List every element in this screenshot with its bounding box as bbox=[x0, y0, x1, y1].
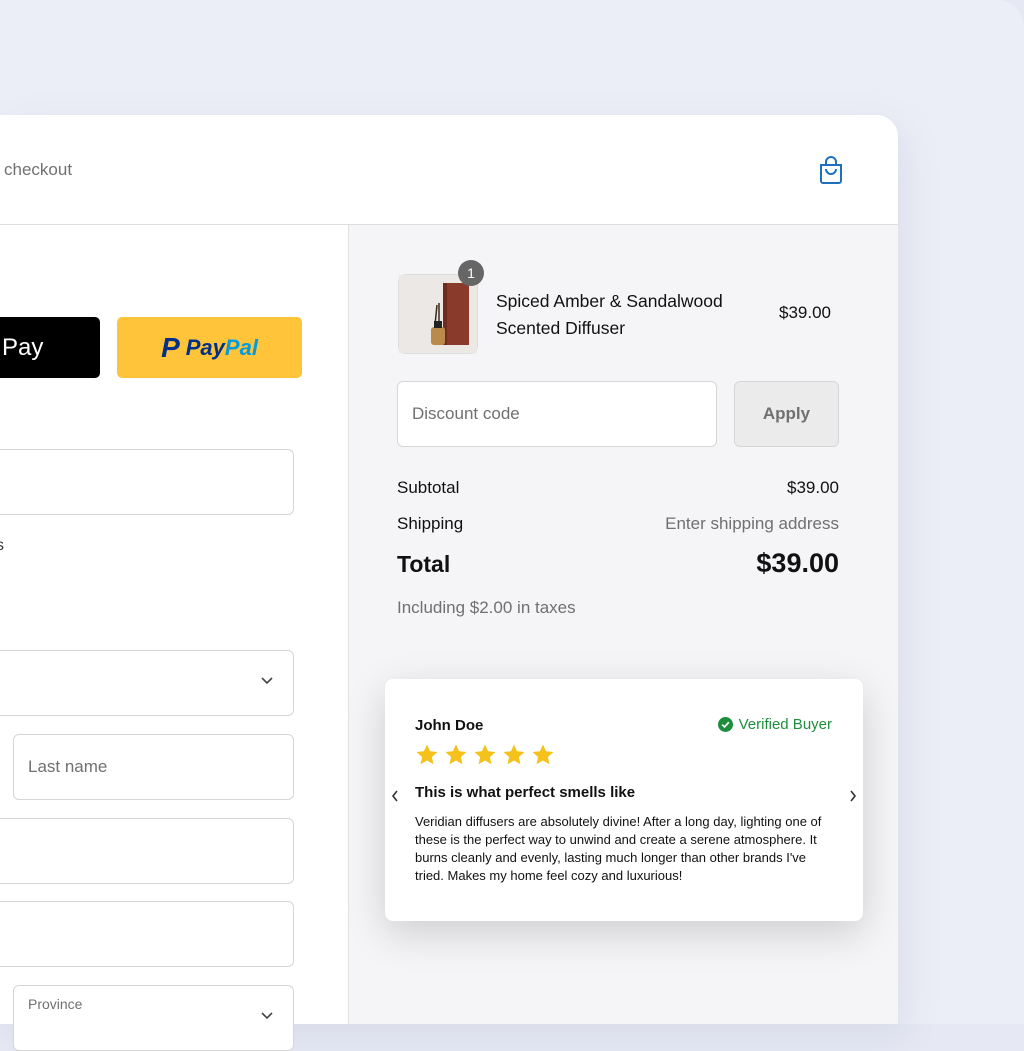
express-checkout-label: checkout bbox=[4, 160, 73, 179]
paypal-wordmark: PayPal bbox=[186, 335, 258, 361]
star-rating bbox=[415, 743, 555, 767]
chevron-down-icon bbox=[261, 677, 273, 685]
shopping-bag-icon[interactable] bbox=[818, 155, 844, 185]
paypal-logo-icon: P bbox=[161, 331, 180, 363]
star-icon bbox=[532, 744, 554, 765]
province-select[interactable]: Province bbox=[13, 985, 294, 1051]
diffuser-image bbox=[399, 275, 477, 353]
quantity-badge: 1 bbox=[458, 260, 484, 286]
total-label: Total bbox=[397, 551, 451, 577]
google-pay-button[interactable]: Pay bbox=[0, 317, 100, 378]
last-name-placeholder: Last name bbox=[28, 757, 108, 776]
shipping-row: Shipping Enter shipping address bbox=[397, 514, 839, 534]
subtotal-row: Subtotal $39.00 bbox=[397, 478, 839, 498]
product-name: Spiced Amber & Sandalwood Scented Diffus… bbox=[496, 291, 723, 338]
chevron-down-icon bbox=[261, 1012, 273, 1020]
tax-note: Including $2.00 in taxes bbox=[397, 598, 576, 617]
reviewer-name: John Doe bbox=[415, 717, 484, 734]
verified-badge: Verified Buyer bbox=[717, 716, 832, 733]
total-row: Total $39.00 bbox=[397, 548, 839, 578]
country-select[interactable] bbox=[0, 650, 294, 716]
total-value: $39.00 bbox=[756, 548, 839, 578]
discount-placeholder: Discount code bbox=[412, 404, 520, 423]
email-field[interactable] bbox=[0, 449, 294, 515]
paypal-word-pal: Pal bbox=[224, 334, 258, 360]
product-price: $39.00 bbox=[779, 303, 831, 322]
verified-label: Verified Buyer bbox=[738, 716, 832, 733]
google-pay-label: Pay bbox=[2, 333, 44, 361]
review-body: Veridian diffusers are absolutely divine… bbox=[415, 814, 822, 883]
discount-code-input[interactable]: Discount code bbox=[397, 381, 717, 447]
chevron-left-icon[interactable] bbox=[390, 789, 400, 803]
star-icon bbox=[445, 744, 467, 765]
paypal-button[interactable]: P PayPal bbox=[117, 317, 302, 378]
review-title: This is what perfect smells like bbox=[415, 784, 636, 801]
shipping-label: Shipping bbox=[397, 514, 464, 533]
shipping-value: Enter shipping address bbox=[665, 514, 839, 533]
subtotal-label: Subtotal bbox=[397, 478, 460, 497]
last-name-field[interactable]: Last name bbox=[13, 734, 294, 800]
address-field[interactable] bbox=[0, 818, 294, 884]
header-bar bbox=[0, 115, 898, 225]
review-card: John Doe Verified Buyer This is what per… bbox=[385, 679, 863, 921]
checkbox-label-fragment: s bbox=[0, 537, 4, 554]
product-thumbnail bbox=[398, 274, 478, 354]
star-icon bbox=[503, 744, 525, 765]
province-label: Province bbox=[28, 996, 83, 1012]
check-circle-icon bbox=[717, 717, 733, 732]
paypal-word-pay: Pay bbox=[185, 334, 225, 360]
star-icon bbox=[416, 744, 438, 765]
apartment-field[interactable] bbox=[0, 901, 294, 967]
subtotal-value: $39.00 bbox=[787, 478, 839, 497]
star-icon bbox=[474, 744, 496, 765]
apply-discount-button[interactable]: Apply bbox=[734, 381, 839, 447]
chevron-right-icon[interactable] bbox=[848, 789, 858, 803]
